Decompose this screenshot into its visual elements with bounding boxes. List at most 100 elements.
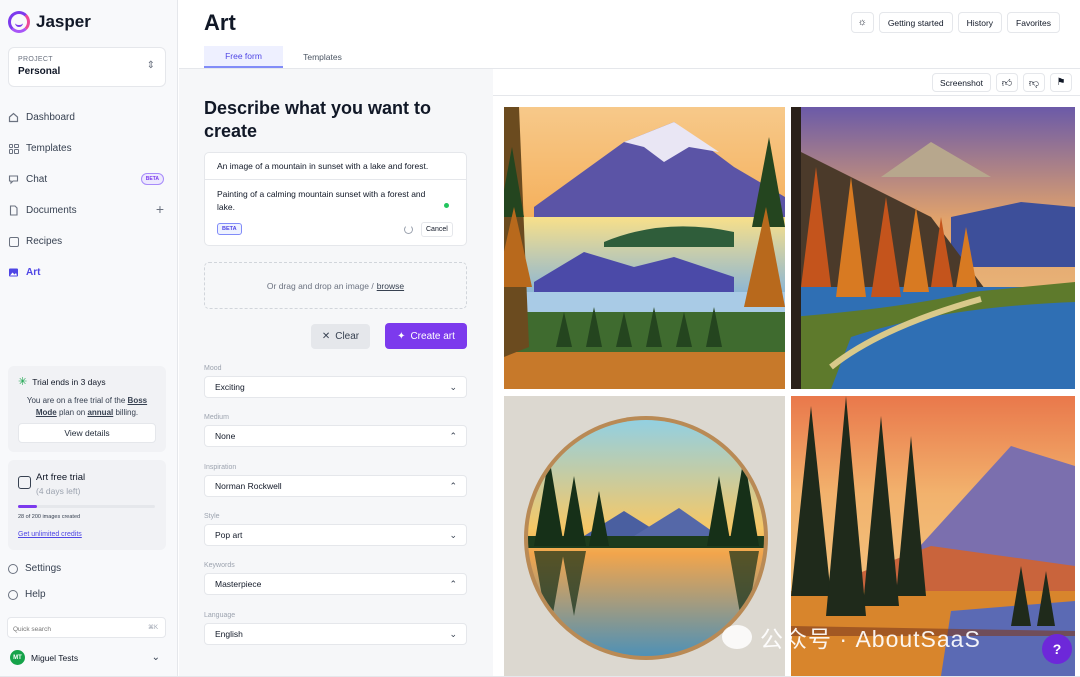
cancel-button[interactable]: Cancel [421, 222, 453, 237]
sparkle-icon: ✦ [397, 330, 406, 342]
sidebar-nav: Dashboard Templates Chat BETA Documents … [8, 102, 168, 288]
tab-free-form[interactable]: Free form [204, 46, 283, 68]
sidebar-item-settings[interactable]: Settings [8, 563, 61, 574]
sidebar-item-help[interactable]: Help [8, 589, 46, 600]
art-form-panel: Describe what you want to create An imag… [179, 68, 493, 677]
field-value: Norman Rockwell [215, 481, 282, 491]
style-select[interactable]: Pop art ⌄ [204, 524, 467, 546]
sidebar-item-label: Art [26, 267, 41, 278]
add-document-icon[interactable]: + [156, 201, 164, 217]
getting-started-button[interactable]: Getting started [878, 12, 953, 33]
sidebar-item-label: Dashboard [26, 112, 75, 123]
project-selector[interactable]: PROJECT Personal ⇕ [8, 47, 166, 87]
chat-icon [8, 174, 19, 185]
field-value: Pop art [215, 530, 243, 540]
sidebar-item-art[interactable]: Art [8, 257, 168, 288]
sidebar: Jasper PROJECT Personal ⇕ Dashboard Temp… [0, 0, 178, 677]
sidebar-item-documents[interactable]: Documents + [8, 195, 168, 226]
tips-button[interactable]: ☼ [850, 12, 874, 33]
quick-search-input[interactable] [8, 620, 128, 639]
user-menu[interactable]: MT Miguel Tests ⌄ [10, 650, 162, 665]
keywords-field: Keywords Masterpiece ⌃ [204, 562, 467, 595]
medium-select[interactable]: None ⌃ [204, 425, 467, 447]
home-icon [8, 112, 19, 123]
thumbs-down-icon[interactable]: 👎︎ [1023, 73, 1045, 92]
sidebar-item-templates[interactable]: Templates [8, 133, 168, 164]
sidebar-item-dashboard[interactable]: Dashboard [8, 102, 168, 133]
keywords-select[interactable]: Masterpiece ⌃ [204, 573, 467, 595]
thumbs-up-icon[interactable]: 👍︎ [996, 73, 1018, 92]
help-label: Help [25, 589, 46, 600]
beta-badge: BETA [140, 173, 164, 185]
tab-templates[interactable]: Templates [283, 46, 362, 68]
billing-link[interactable]: annual [87, 408, 113, 417]
refresh-icon[interactable] [404, 225, 413, 234]
mood-field: Mood Exciting ⌄ [204, 365, 467, 398]
status-dot [444, 203, 449, 208]
sidebar-item-label: Templates [26, 143, 72, 154]
app-name: Jasper [36, 12, 91, 31]
close-icon: ✕ [321, 331, 331, 342]
style-field: Style Pop art ⌄ [204, 513, 467, 546]
sparkle-icon: ✳ [18, 376, 28, 388]
chevron-down-icon: ⌄ [151, 652, 160, 663]
prompt-input[interactable]: An image of a mountain in sunset with a … [205, 153, 466, 180]
chevron-down-icon: ⌄ [449, 382, 457, 392]
inspiration-select[interactable]: Norman Rockwell ⌃ [204, 475, 467, 497]
user-name: Miguel Tests [31, 652, 79, 663]
browse-link[interactable]: browse [377, 281, 404, 291]
field-label: Medium [204, 414, 229, 421]
image-drop-zone[interactable]: Or drag and drop an image / browse [204, 262, 467, 309]
watermark: 公众号 · AboutSaaS [722, 620, 981, 654]
generated-image-2[interactable] [791, 107, 1075, 389]
create-art-button[interactable]: ✦ Create art [385, 323, 467, 349]
mode-tabs: Free form Templates [204, 46, 362, 68]
credits-progress-bar [18, 505, 155, 508]
header-actions: ☼ Getting started History Favorites [850, 12, 1060, 33]
beta-badge: BETA [217, 223, 242, 235]
watermark-text: 公众号 · AboutSaaS [760, 626, 981, 652]
results-actions: Screenshot 👍︎ 👎︎ ⚑ [932, 73, 1072, 92]
sidebar-item-label: Documents [26, 205, 77, 216]
quick-search[interactable]: ⌘K [7, 617, 166, 639]
field-label: Language [204, 612, 236, 619]
help-chat-button[interactable]: ? [1042, 634, 1072, 664]
recipe-icon [8, 236, 19, 247]
chevron-down-icon: ⌄ [449, 530, 457, 540]
medium-field: Medium None ⌃ [204, 414, 467, 447]
inspiration-field: Inspiration Norman Rockwell ⌃ [204, 464, 467, 497]
chevron-up-icon: ⌃ [449, 579, 457, 589]
view-details-button[interactable]: View details [18, 423, 156, 443]
avatar: MT [10, 650, 25, 665]
flag-icon[interactable]: ⚑ [1050, 73, 1072, 92]
sidebar-item-label: Recipes [26, 236, 63, 247]
prompt-box: An image of a mountain in sunset with a … [204, 152, 467, 246]
page-title: Art [204, 10, 236, 35]
screenshot-button[interactable]: Screenshot [932, 73, 991, 92]
mood-select[interactable]: Exciting ⌄ [204, 376, 467, 398]
shortcut-hint: ⌘K [147, 625, 158, 631]
help-icon [8, 589, 18, 600]
clear-button[interactable]: ✕ Clear [311, 324, 370, 349]
jasper-logo[interactable]: Jasper [8, 11, 91, 33]
settings-label: Settings [25, 563, 62, 574]
art-trial-days-left: (4 days left) [36, 486, 81, 496]
enhanced-prompt[interactable]: Painting of a calming mountain sunset wi… [205, 180, 445, 222]
chevron-up-icon: ⌃ [449, 481, 457, 491]
get-unlimited-credits-link[interactable]: Get unlimited credits [18, 531, 82, 538]
favorites-button[interactable]: Favorites [1007, 12, 1060, 33]
sidebar-item-chat[interactable]: Chat BETA [8, 164, 168, 195]
trial-text-after: billing. [113, 408, 139, 417]
generated-image-1[interactable] [504, 107, 785, 389]
document-icon [8, 205, 19, 216]
language-field: Language English ⌄ [204, 612, 467, 645]
project-label: PROJECT [18, 56, 53, 63]
art-trial-card: Art free trial (4 days left) 28 of 200 i… [8, 460, 166, 550]
sidebar-item-recipes[interactable]: Recipes [8, 226, 168, 257]
sidebar-item-label: Chat [26, 174, 48, 185]
create-art-label: Create art [410, 330, 455, 342]
chevron-up-icon: ⌃ [449, 431, 457, 441]
language-select[interactable]: English ⌄ [204, 623, 467, 645]
image-icon [8, 267, 19, 278]
history-button[interactable]: History [957, 12, 1003, 33]
